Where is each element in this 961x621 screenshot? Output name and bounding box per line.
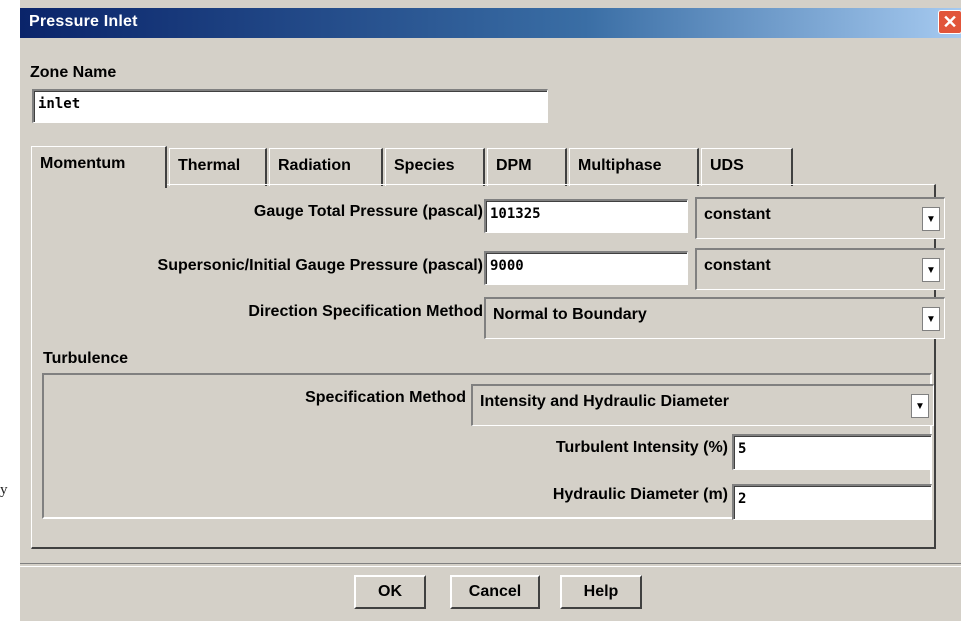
turbulence-spec-method-value: Intensity and Hydraulic Diameter: [480, 393, 729, 410]
tab-dpm[interactable]: DPM: [487, 148, 567, 186]
supersonic-pressure-label: Supersonic/Initial Gauge Pressure (pasca…: [157, 257, 483, 274]
zone-name-label: Zone Name: [30, 64, 117, 81]
turbulence-spec-method-select[interactable]: Intensity and Hydraulic Diameter ▼: [471, 384, 934, 426]
hydraulic-diameter-label: Hydraulic Diameter (m): [552, 486, 728, 503]
stray-character: y: [0, 482, 8, 498]
ok-button[interactable]: OK: [354, 575, 426, 609]
chevron-down-icon: ▼: [922, 258, 940, 282]
zone-name-input[interactable]: inlet: [32, 89, 548, 123]
direction-method-label: Direction Specification Method: [248, 303, 483, 320]
hydraulic-diameter-input[interactable]: 2: [732, 484, 932, 520]
chevron-down-icon: ▼: [911, 394, 929, 418]
tab-momentum[interactable]: Momentum: [31, 146, 167, 188]
title-bar: Pressure Inlet ✕: [20, 8, 961, 38]
chevron-down-icon: ▼: [922, 307, 940, 331]
tab-thermal[interactable]: Thermal: [169, 148, 267, 186]
gauge-total-pressure-input[interactable]: 101325: [484, 199, 688, 233]
turbulence-label: Turbulence: [43, 350, 129, 367]
tab-species[interactable]: Species: [385, 148, 485, 186]
gauge-total-pressure-profile-select[interactable]: constant ▼: [695, 197, 945, 239]
help-button[interactable]: Help: [560, 575, 642, 609]
turbulent-intensity-label: Turbulent Intensity (%): [555, 439, 728, 456]
turbulence-spec-method-label: Specification Method: [305, 389, 466, 406]
close-button[interactable]: ✕: [938, 10, 961, 34]
turbulent-intensity-input[interactable]: 5: [732, 434, 932, 470]
close-icon: ✕: [942, 11, 958, 32]
gauge-total-pressure-label: Gauge Total Pressure (pascal): [253, 203, 483, 220]
tab-radiation[interactable]: Radiation: [269, 148, 383, 186]
chevron-down-icon: ▼: [922, 207, 940, 231]
button-separator: [20, 563, 961, 567]
supersonic-pressure-profile-select[interactable]: constant ▼: [695, 248, 945, 290]
supersonic-pressure-profile-value: constant: [704, 257, 771, 274]
supersonic-pressure-input[interactable]: 9000: [484, 251, 688, 285]
gauge-total-pressure-profile-value: constant: [704, 206, 771, 223]
tab-uds[interactable]: UDS: [701, 148, 793, 186]
dialog-title: Pressure Inlet: [29, 13, 138, 30]
cancel-button[interactable]: Cancel: [450, 575, 540, 609]
direction-method-value: Normal to Boundary: [493, 306, 647, 323]
pressure-inlet-dialog: Pressure Inlet ✕ Zone Name inlet Momentu…: [19, 0, 961, 621]
direction-method-select[interactable]: Normal to Boundary ▼: [484, 297, 945, 339]
tab-multiphase[interactable]: Multiphase: [569, 148, 699, 186]
